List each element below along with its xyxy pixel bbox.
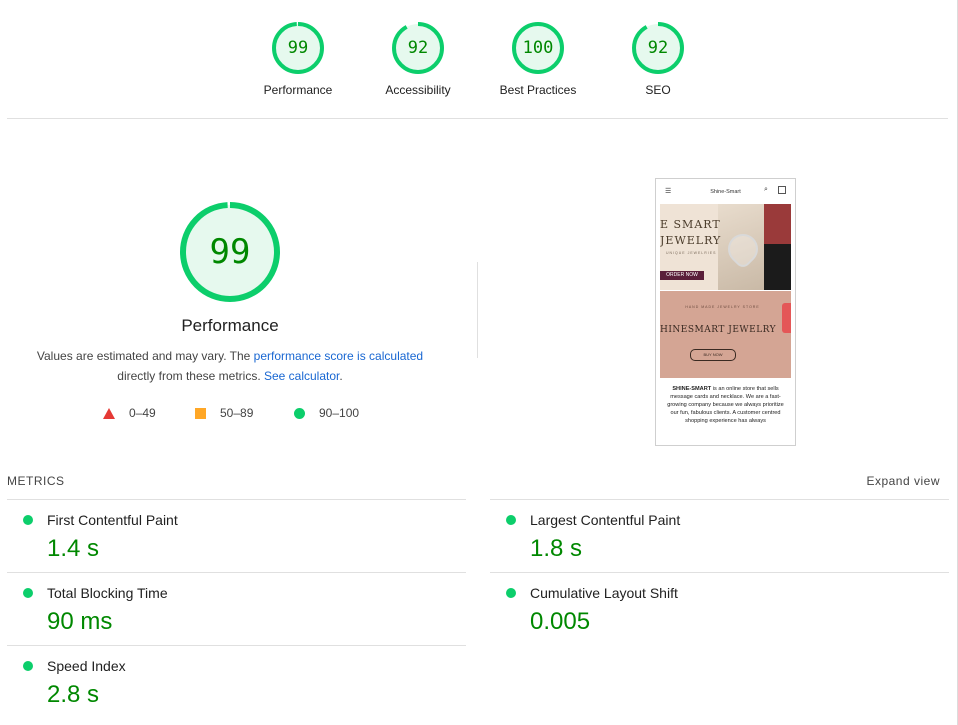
gauge-seo[interactable]: 92 SEO [598,22,718,97]
expand-view-button[interactable]: Expand view [866,474,940,488]
metric-name: Total Blocking Time [47,585,168,601]
page-screenshot[interactable]: ☰ Shine-Smart ⌕ E SMART JEWELRY UNIQUE J… [655,178,796,446]
pass-circle-icon [294,407,305,419]
gauge-score: 92 [647,38,669,58]
metrics-heading: METRICS [7,474,65,488]
gauge-score: 99 [287,38,309,58]
average-square-icon [195,407,206,419]
hero-subtitle: UNIQUE JEWELRIES [666,251,717,255]
rose-image [764,204,791,244]
row-divider [7,572,466,573]
desc-text: Values are estimated and may vary. The [36,349,254,363]
category-gauges: 99 Performance 92 Accessibility 100 Best… [0,22,958,102]
performance-description: Values are estimated and may vary. The p… [20,346,440,386]
metric-value: 0.005 [530,608,591,635]
legend-range: 90–100 [319,406,360,420]
metric-cumulative-layout-shift: Cumulative Layout Shift 0.005 [490,572,949,644]
metric-value: 90 ms [47,608,113,635]
fail-triangle-icon [103,407,115,419]
site-intro-text: SHINE-SMART is an online store that sell… [664,385,787,425]
metric-first-contentful-paint: First Contentful Paint 1.4 s [7,499,466,571]
row-divider [7,645,466,646]
legend-range: 0–49 [129,406,156,420]
metric-speed-index: Speed Index 2.8 s [7,645,466,717]
gauge-label: Best Practices [499,83,577,97]
banner-small-text: HAND MADE JEWELRY STORE [685,305,760,309]
gauge-accessibility[interactable]: 92 Accessibility [358,22,478,97]
site-brand: Shine-Smart [710,189,741,195]
see-calculator-link[interactable]: See calculator [264,369,339,383]
row-divider [490,499,949,500]
hero-line-1: E SMART [660,218,721,231]
buy-now-button: BUY NOW [690,349,736,361]
metric-name: Speed Index [47,658,126,674]
gauge-label: Performance [263,83,333,97]
legend-pass: 90–100 [294,406,359,420]
pass-circle-icon [23,588,33,598]
hero-line-2: JEWELRY [660,234,722,247]
row-divider [7,499,466,500]
gauge-performance[interactable]: 99 Performance [238,22,358,97]
order-now-button: ORDER NOW [660,271,704,280]
legend-fail: 0–49 [103,406,156,420]
metric-value: 2.8 s [47,681,100,708]
gauge-label: SEO [645,83,671,97]
metric-name: Largest Contentful Paint [530,512,681,528]
gauge-score: 100 [522,38,554,58]
metric-largest-contentful-paint: Largest Contentful Paint 1.8 s [490,499,949,571]
gauge-best-practices[interactable]: 100 Best Practices [478,22,598,97]
intro-bold: SHINE-SMART [672,386,712,392]
side-tab [782,303,791,333]
hero-banner: E SMART JEWELRY UNIQUE JEWELRIES ORDER N… [660,204,791,290]
pass-circle-icon [23,515,33,525]
row-divider [490,572,949,573]
desc-text: . [339,369,343,383]
metric-name: First Contentful Paint [47,512,178,528]
metric-name: Cumulative Layout Shift [530,585,678,601]
gauge-score: 92 [407,38,429,58]
pass-circle-icon [506,515,516,525]
divider [7,118,948,119]
banner-title: HINESMART JEWELRY [660,325,777,335]
desc-text: directly from these metrics. [117,369,264,383]
search-icon: ⌕ [764,186,768,193]
pass-circle-icon [23,661,33,671]
metric-value: 1.8 s [530,535,583,562]
score-calculated-link[interactable]: performance score is calculated [254,349,423,363]
performance-title: Performance [181,316,279,335]
legend-range: 50–89 [220,406,254,420]
gauge-label: Accessibility [385,83,451,97]
site-header: ☰ Shine-Smart ⌕ [656,179,795,204]
metric-value: 1.4 s [47,535,100,562]
vertical-divider [477,262,478,358]
gauge-score: 99 [209,232,251,272]
legend-average: 50–89 [195,406,253,420]
pass-circle-icon [506,588,516,598]
store-banner: HAND MADE JEWELRY STORE HINESMART JEWELR… [660,291,791,378]
cart-icon [778,186,786,194]
gift-box-image [764,244,791,290]
performance-gauge-large: 99 [180,202,280,302]
metric-total-blocking-time: Total Blocking Time 90 ms [7,572,466,644]
